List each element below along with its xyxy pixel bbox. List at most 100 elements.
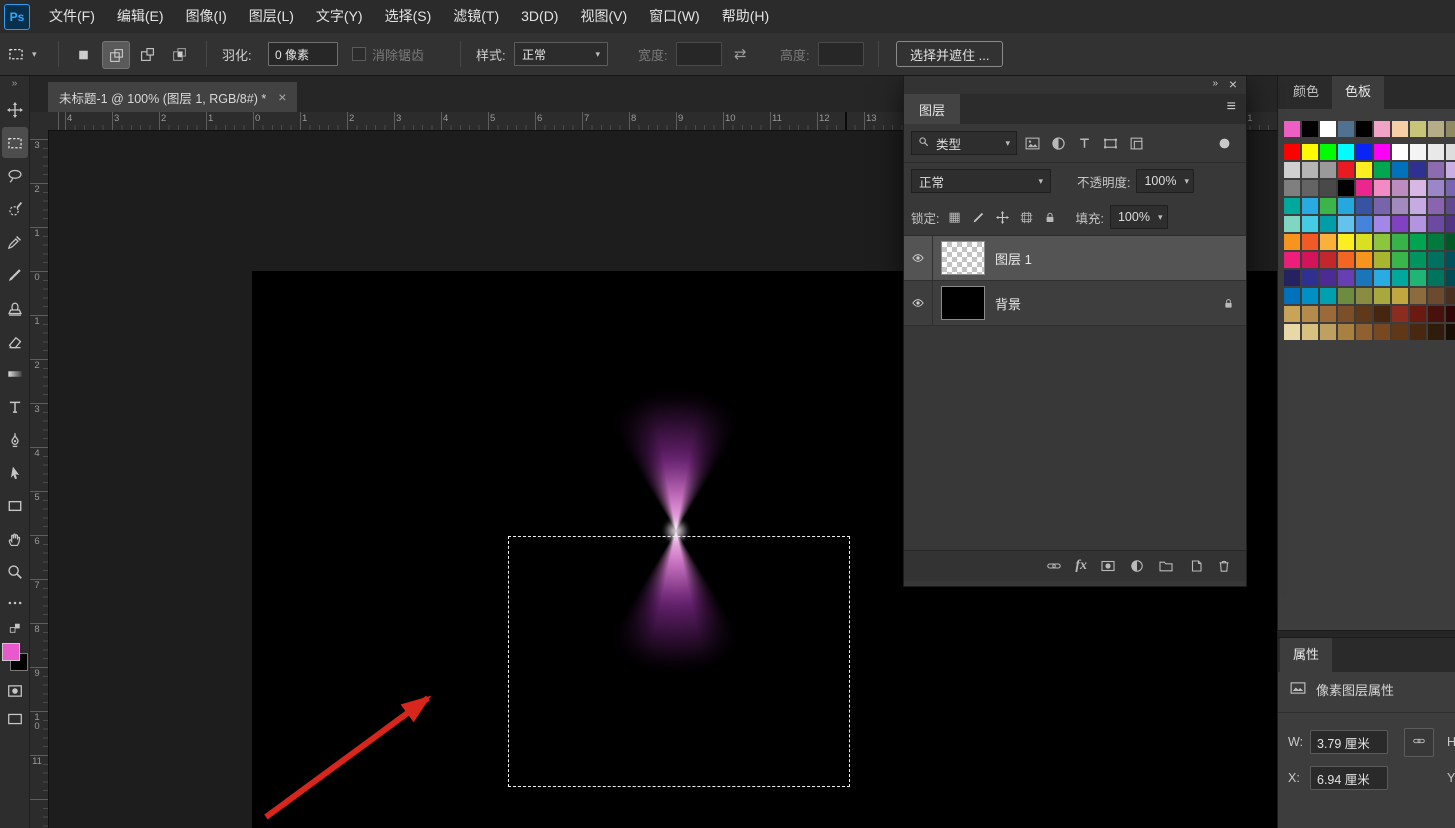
swatch[interactable] [1410,306,1426,322]
swatch[interactable] [1302,162,1318,178]
swatch[interactable] [1428,180,1444,196]
pen-tool[interactable] [2,424,28,455]
move-tool[interactable] [2,94,28,125]
swatch[interactable] [1302,144,1318,160]
swatch[interactable] [1374,162,1390,178]
lock-pixels-icon[interactable] [969,208,987,226]
swatch[interactable] [1392,270,1408,286]
swatch[interactable] [1338,144,1354,160]
height-input[interactable] [818,42,864,66]
swatch[interactable] [1374,144,1390,160]
swatch[interactable] [1356,324,1372,340]
filter-adjustment-icon[interactable] [1047,132,1069,154]
swatch[interactable] [1446,144,1455,160]
swatch[interactable] [1374,270,1390,286]
swatch[interactable] [1374,306,1390,322]
menu-item-type[interactable]: 文字(Y) [305,0,374,33]
type-tool[interactable] [2,391,28,422]
swatch[interactable] [1428,306,1444,322]
swatch[interactable] [1410,324,1426,340]
swatch[interactable] [1392,144,1408,160]
swatch[interactable] [1374,180,1390,196]
eraser-tool[interactable] [2,325,28,356]
swatch[interactable] [1338,324,1354,340]
swatch[interactable] [1446,216,1455,232]
swatch[interactable] [1392,216,1408,232]
subtract-selection-button[interactable] [134,41,160,67]
filter-type-icon[interactable] [1073,132,1095,154]
anti-alias-checkbox[interactable]: 消除锯齿 [352,33,424,75]
swatch[interactable] [1338,252,1354,268]
rectangle-tool[interactable] [2,490,28,521]
swatch[interactable] [1284,180,1300,196]
swatch[interactable] [1392,180,1408,196]
swatch[interactable] [1392,198,1408,214]
swatch[interactable] [1392,252,1408,268]
close-tab-icon[interactable]: × [278,89,286,105]
swatch[interactable] [1446,234,1455,250]
swatch[interactable] [1302,324,1318,340]
menu-item-image[interactable]: 图像(I) [175,0,238,33]
x-input[interactable]: 6.94 厘米 [1310,766,1388,790]
swatch[interactable] [1320,121,1336,137]
width-input[interactable] [676,42,722,66]
brush-tool[interactable] [2,259,28,290]
swatch[interactable] [1428,252,1444,268]
filter-smart-object-icon[interactable] [1125,132,1147,154]
new-group-icon[interactable] [1158,559,1174,573]
opacity-select[interactable]: 100% ▾ [1136,169,1194,193]
filter-toggle-icon[interactable] [1213,132,1235,154]
select-and-mask-button[interactable]: 选择并遮住 ... [896,41,1003,67]
swatch[interactable] [1284,324,1300,340]
swatch[interactable] [1374,121,1390,137]
swatch[interactable] [1446,162,1455,178]
swatch[interactable] [1446,121,1455,137]
tab-swatches[interactable]: 色板 [1332,75,1384,109]
menu-item-layer[interactable]: 图层(L) [238,0,305,33]
swatch[interactable] [1410,234,1426,250]
swatch[interactable] [1428,162,1444,178]
swatch[interactable] [1356,270,1372,286]
swatch[interactable] [1356,180,1372,196]
swatch[interactable] [1428,144,1444,160]
swatch[interactable] [1392,324,1408,340]
swatch[interactable] [1284,144,1300,160]
swatch[interactable] [1320,216,1336,232]
swatch[interactable] [1320,234,1336,250]
collapse-panel-icon[interactable]: » [1212,78,1218,89]
add-mask-icon[interactable] [1100,559,1116,573]
swatch[interactable] [1356,234,1372,250]
swatch[interactable] [1356,252,1372,268]
intersect-selection-button[interactable] [166,41,192,67]
swatch[interactable] [1302,270,1318,286]
swatch[interactable] [1284,121,1300,137]
swatch[interactable] [1284,306,1300,322]
quick-selection-tool[interactable] [2,193,28,224]
swatch[interactable] [1428,216,1444,232]
swatch[interactable] [1302,216,1318,232]
layer-row[interactable]: 图层 1 [904,236,1246,281]
foreground-color-chip[interactable] [2,643,20,661]
swatch[interactable] [1302,288,1318,304]
default-colors-icon[interactable] [2,619,28,637]
swatch[interactable] [1428,234,1444,250]
swatch[interactable] [1410,144,1426,160]
layer-visibility-toggle[interactable] [904,281,933,325]
swatch[interactable] [1374,324,1390,340]
link-layers-icon[interactable] [1046,559,1062,573]
swatch[interactable] [1284,234,1300,250]
swatch[interactable] [1320,252,1336,268]
swatch[interactable] [1428,288,1444,304]
swatch[interactable] [1428,270,1444,286]
swatch[interactable] [1410,270,1426,286]
w-input[interactable]: 3.79 厘米 [1310,730,1388,754]
swatch[interactable] [1446,270,1455,286]
tab-properties[interactable]: 属性 [1280,638,1332,672]
screen-mode-icon[interactable] [2,707,28,731]
swatch[interactable] [1320,306,1336,322]
swatch[interactable] [1392,234,1408,250]
swatch[interactable] [1302,252,1318,268]
filter-type-select[interactable]: 类型 ▾ [911,131,1017,155]
toolbar-collapse-icon[interactable]: » [12,78,18,92]
swatch[interactable] [1356,144,1372,160]
